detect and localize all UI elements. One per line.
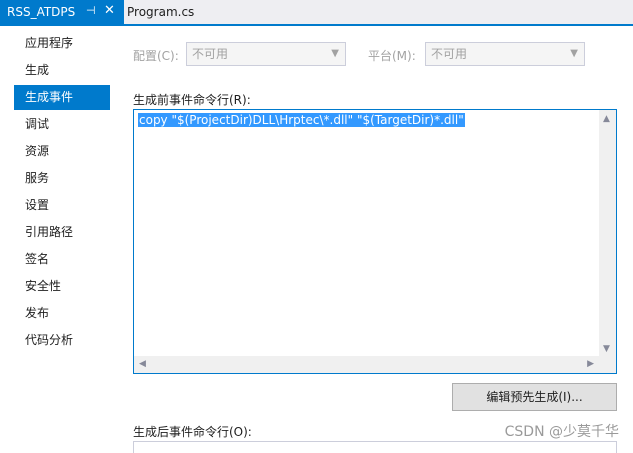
property-pages-nav: 应用程序 生成 生成事件 调试 资源 服务 设置 引用路径 签名 安全性 发布 …: [0, 26, 116, 449]
nav-item-build-events[interactable]: 生成事件: [14, 85, 110, 110]
config-select[interactable]: 不可用 ▼: [186, 42, 346, 66]
nav-item-application[interactable]: 应用程序: [14, 31, 110, 56]
nav-item-build[interactable]: 生成: [14, 58, 110, 83]
nav-item-publish[interactable]: 发布: [14, 301, 110, 326]
config-select-value: 不可用: [192, 47, 229, 61]
chevron-down-icon: ▼: [570, 48, 578, 59]
nav-item-code-analysis[interactable]: 代码分析: [14, 328, 110, 353]
scroll-corner: [599, 356, 616, 373]
scroll-up-icon[interactable]: ▲: [603, 114, 610, 124]
prebuild-command-text[interactable]: copy "$(ProjectDir)DLL\Hrptec\*.dll" "$(…: [138, 113, 465, 127]
tab-title: RSS_ATDPS: [7, 5, 76, 19]
vertical-scrollbar[interactable]: ▲ ▼: [599, 110, 616, 356]
scroll-left-icon[interactable]: ◀: [139, 359, 146, 369]
nav-item-signing[interactable]: 签名: [14, 247, 110, 272]
nav-item-resources[interactable]: 资源: [14, 139, 110, 164]
close-icon[interactable]: ✕: [104, 3, 115, 18]
platform-select[interactable]: 不可用 ▼: [425, 42, 585, 66]
prebuild-command-editor[interactable]: copy "$(ProjectDir)DLL\Hrptec\*.dll" "$(…: [133, 109, 617, 374]
nav-item-debug[interactable]: 调试: [14, 112, 110, 137]
scroll-down-icon[interactable]: ▼: [603, 344, 610, 354]
nav-item-security[interactable]: 安全性: [14, 274, 110, 299]
horizontal-scrollbar[interactable]: ◀ ▶: [134, 356, 599, 373]
chevron-down-icon: ▼: [331, 48, 339, 59]
config-label: 配置(C):: [133, 49, 179, 63]
nav-item-services[interactable]: 服务: [14, 166, 110, 191]
edit-prebuild-button[interactable]: 编辑预先生成(I)...: [452, 383, 617, 411]
platform-select-value: 不可用: [431, 47, 468, 61]
prebuild-label: 生成前事件命令行(R):: [133, 93, 251, 107]
document-tab-bar: RSS_ATDPS ⊣ ✕ Program.cs: [0, 0, 633, 24]
postbuild-label: 生成后事件命令行(O):: [133, 425, 252, 439]
pin-icon[interactable]: ⊣: [86, 4, 96, 17]
postbuild-command-editor[interactable]: [133, 441, 617, 453]
nav-item-settings[interactable]: 设置: [14, 193, 110, 218]
tab-project-properties[interactable]: RSS_ATDPS ⊣ ✕: [0, 0, 124, 24]
platform-label: 平台(M):: [368, 49, 416, 63]
watermark: CSDN @少莫千华: [504, 424, 619, 440]
tab-program-cs[interactable]: Program.cs: [127, 5, 194, 19]
nav-item-reference-paths[interactable]: 引用路径: [14, 220, 110, 245]
scroll-right-icon[interactable]: ▶: [587, 359, 594, 369]
